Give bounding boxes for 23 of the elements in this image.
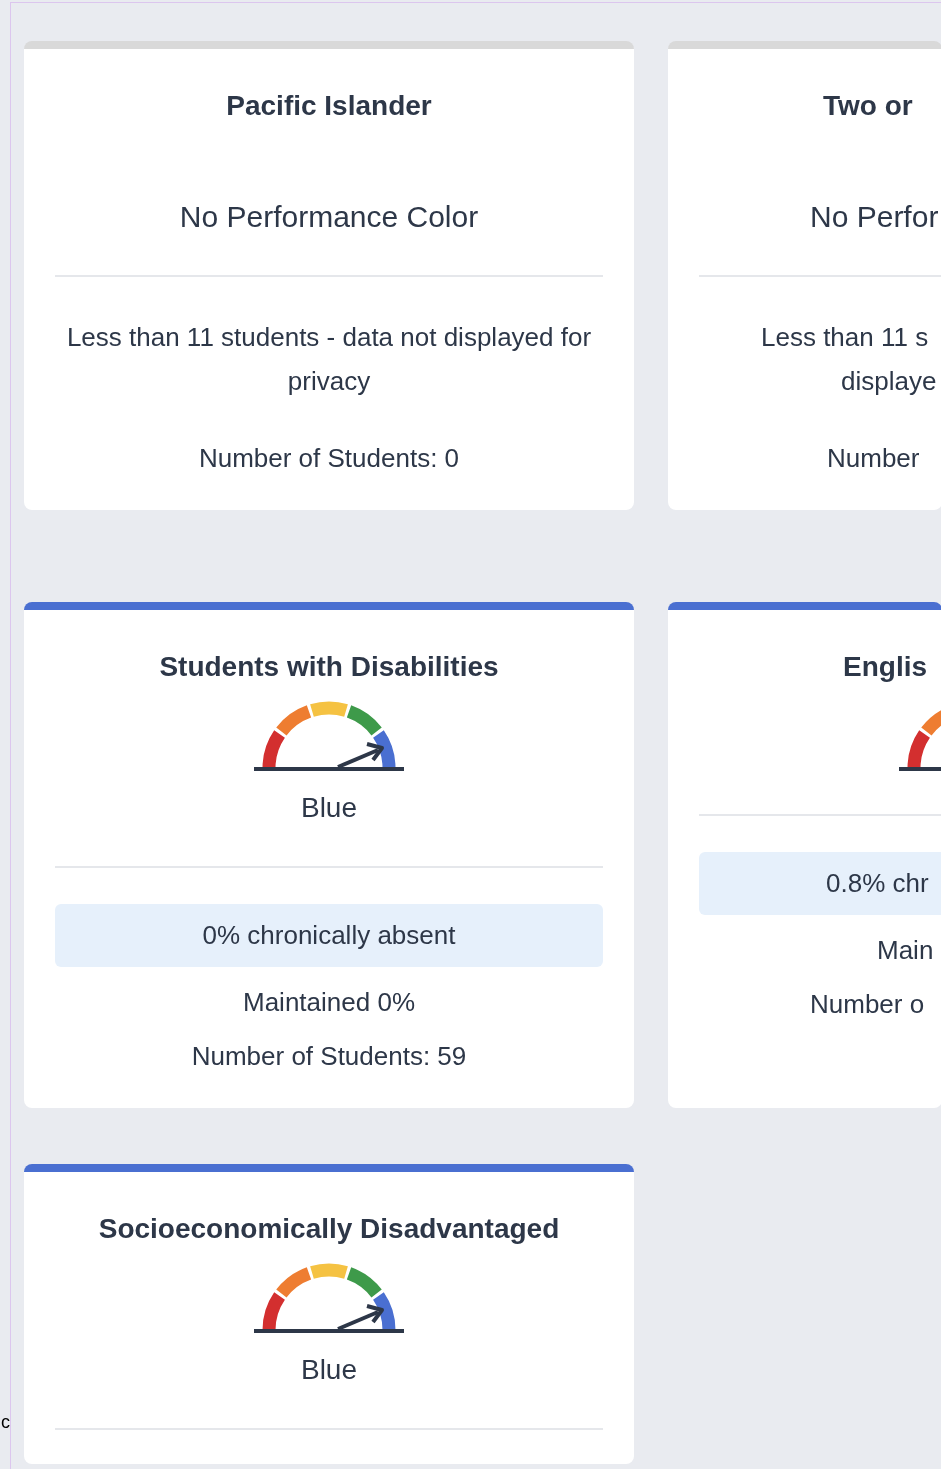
change-text: Maintained 0% (242, 986, 416, 1019)
card-title: Socioeconomically Disadvantaged (97, 1212, 561, 1246)
change-text: Main (877, 934, 935, 967)
performance-status: No Performance Color (178, 199, 480, 235)
student-count: Number (827, 442, 921, 475)
card-title: Englis (843, 650, 928, 684)
edge-text: c (1, 1412, 10, 1433)
performance-status: No Perfor (810, 199, 940, 235)
gauge-icon (254, 1260, 404, 1336)
absence-rate-banner: 0% chronically absent (55, 904, 603, 967)
student-count: Number of Students: 0 (197, 442, 461, 475)
student-count: Number o (810, 988, 926, 1021)
student-count: Number of Students: 59 (190, 1040, 468, 1073)
card-title: Students with Disabilities (158, 650, 500, 684)
privacy-note: displaye (841, 365, 938, 398)
card-title: Pacific Islander (225, 89, 433, 123)
card-title: Two or (823, 89, 914, 123)
absence-rate-banner: 0.8% chr (699, 852, 941, 915)
privacy-note: Less than 11 students - data not displayed for privacy (65, 321, 593, 398)
performance-status: Blue (299, 791, 358, 825)
gauge-icon (254, 698, 404, 774)
performance-status: Blue (299, 1353, 358, 1387)
privacy-note: Less than 11 s (761, 321, 930, 354)
